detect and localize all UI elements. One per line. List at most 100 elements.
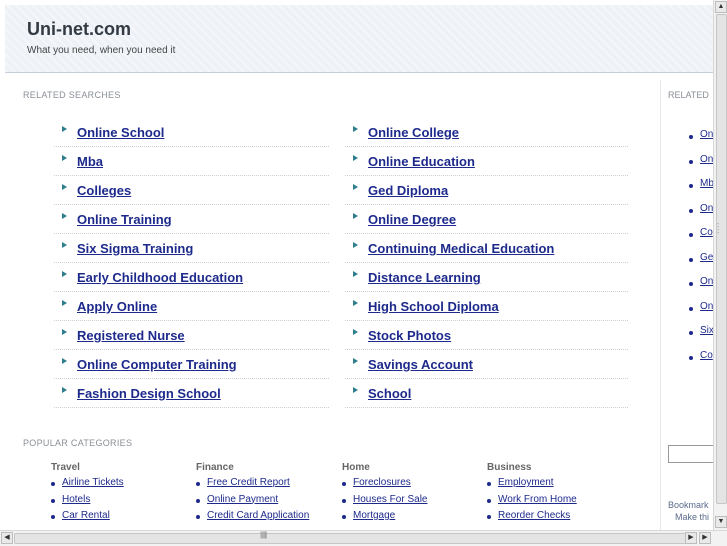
related-search-link[interactable]: Online Training [77, 212, 172, 227]
related-search-link[interactable]: Distance Learning [368, 270, 481, 285]
arrow-right-icon [353, 271, 358, 277]
category-link[interactable]: Free Credit Report [207, 477, 290, 488]
category-link[interactable]: Car Rental [62, 510, 110, 521]
bullet-icon [51, 515, 55, 519]
arrow-right-icon [62, 213, 67, 219]
related-search-link[interactable]: Fashion Design School [77, 386, 221, 401]
sidebar-item: On [661, 273, 714, 298]
related-search-row: Mba [54, 147, 329, 176]
arrow-right-icon [62, 358, 67, 364]
arrow-right-icon [62, 300, 67, 306]
sidebar-item: On [661, 298, 714, 323]
bullet-icon [689, 306, 693, 311]
category-link[interactable]: Online Payment [207, 494, 278, 505]
arrow-right-icon [353, 126, 358, 132]
sidebar-link[interactable]: Six [700, 325, 714, 336]
scroll-right-end-button[interactable]: ▶ [699, 532, 711, 544]
category-link[interactable]: Credit Card Application [207, 510, 309, 521]
bullet-icon [196, 482, 200, 486]
related-search-row: Stock Photos [345, 321, 628, 350]
scroll-up-button[interactable]: ▲ [715, 1, 727, 13]
sidebar-link[interactable]: Co [700, 227, 713, 238]
bullet-icon [689, 208, 693, 213]
sidebar-link[interactable]: On [700, 301, 713, 312]
sidebar-item: Co [661, 224, 714, 249]
vertical-scrollbar[interactable]: ▲ ---- ▼ [713, 0, 727, 530]
related-search-link[interactable]: Apply Online [77, 299, 157, 314]
related-search-row: Online Training [54, 205, 329, 234]
arrow-right-icon [353, 329, 358, 335]
bookmark-link[interactable]: Bookmark [668, 500, 709, 510]
related-search-link[interactable]: Six Sigma Training [77, 241, 193, 256]
arrow-right-icon [353, 155, 358, 161]
category-item: Mortgage [336, 509, 471, 526]
bullet-icon [689, 233, 693, 237]
related-search-link[interactable]: Colleges [77, 183, 131, 198]
sidebar-link[interactable]: On [700, 154, 713, 165]
arrow-right-icon [62, 387, 67, 393]
related-search-link[interactable]: High School Diploma [368, 299, 499, 314]
bullet-icon [689, 135, 693, 139]
sidebar-link[interactable]: On [700, 129, 713, 140]
related-search-link[interactable]: Early Childhood Education [77, 270, 243, 285]
category-item: Car Rental [45, 509, 180, 526]
related-search-link[interactable]: Mba [77, 154, 103, 169]
horizontal-scroll-thumb[interactable] [14, 533, 693, 544]
category-link[interactable]: Employment [498, 477, 554, 488]
category-title: Home [342, 462, 370, 473]
make-homepage-link[interactable]: Make thi [675, 512, 709, 522]
sidebar-search-input[interactable] [668, 445, 714, 463]
category-link[interactable]: Mortgage [353, 510, 395, 521]
related-search-row: High School Diploma [345, 292, 628, 321]
related-search-link[interactable]: Registered Nurse [77, 328, 185, 343]
sidebar-link[interactable]: On [700, 276, 713, 287]
related-search-row: Registered Nurse [54, 321, 329, 350]
sidebar-link[interactable]: Co [700, 350, 713, 361]
related-search-link[interactable]: Online School [77, 125, 164, 140]
arrow-right-icon [62, 126, 67, 132]
scroll-down-button[interactable]: ▼ [715, 516, 727, 528]
related-search-link[interactable]: Continuing Medical Education [368, 241, 554, 256]
sidebar-link[interactable]: Mb [700, 178, 714, 189]
category-link[interactable]: Hotels [62, 494, 90, 505]
popular-categories-label: POPULAR CATEGORIES [23, 438, 133, 448]
scroll-right-button[interactable]: ▶ [685, 532, 697, 544]
related-search-link[interactable]: Stock Photos [368, 328, 451, 343]
related-search-row: Online Computer Training [54, 350, 329, 379]
bullet-icon [487, 498, 491, 503]
horizontal-scrollbar[interactable]: ◀ |||||||| ▶ ▶ [0, 530, 727, 546]
category-link[interactable]: Reorder Checks [498, 510, 570, 521]
related-search-link[interactable]: Online Education [368, 154, 475, 169]
bullet-icon [689, 331, 693, 335]
related-search-link[interactable]: Savings Account [368, 357, 473, 372]
related-search-row: Six Sigma Training [54, 234, 329, 263]
related-search-link[interactable]: Ged Diploma [368, 183, 448, 198]
category-link[interactable]: Houses For Sale [353, 494, 427, 505]
related-search-row: Ged Diploma [345, 176, 628, 205]
sidebar-link[interactable]: Ge [700, 252, 713, 263]
related-search-link[interactable]: Online Degree [368, 212, 456, 227]
bullet-icon [196, 515, 200, 519]
category-link[interactable]: Work From Home [498, 494, 577, 505]
category-link[interactable]: Foreclosures [353, 477, 411, 488]
related-search-row: School [345, 379, 628, 408]
sidebar-link[interactable]: On [700, 203, 713, 214]
related-search-link[interactable]: School [368, 386, 411, 401]
related-search-row: Online College [345, 118, 628, 147]
arrow-right-icon [353, 213, 358, 219]
bullet-icon [689, 159, 693, 164]
site-header: Uni-net.com What you need, when you need… [5, 5, 716, 73]
arrow-right-icon [62, 184, 67, 190]
vertical-scroll-thumb[interactable] [716, 14, 727, 504]
bullet-icon [342, 498, 346, 503]
site-title[interactable]: Uni-net.com [27, 19, 131, 40]
related-search-row: Fashion Design School [54, 379, 329, 408]
arrow-right-icon [353, 387, 358, 393]
category-link[interactable]: Airline Tickets [62, 477, 124, 488]
related-search-link[interactable]: Online College [368, 125, 459, 140]
related-search-link[interactable]: Online Computer Training [77, 357, 237, 372]
scroll-left-button[interactable]: ◀ [1, 532, 13, 544]
sidebar-item: Ge [661, 249, 714, 274]
bullet-icon [487, 482, 491, 486]
bullet-icon [487, 515, 491, 519]
